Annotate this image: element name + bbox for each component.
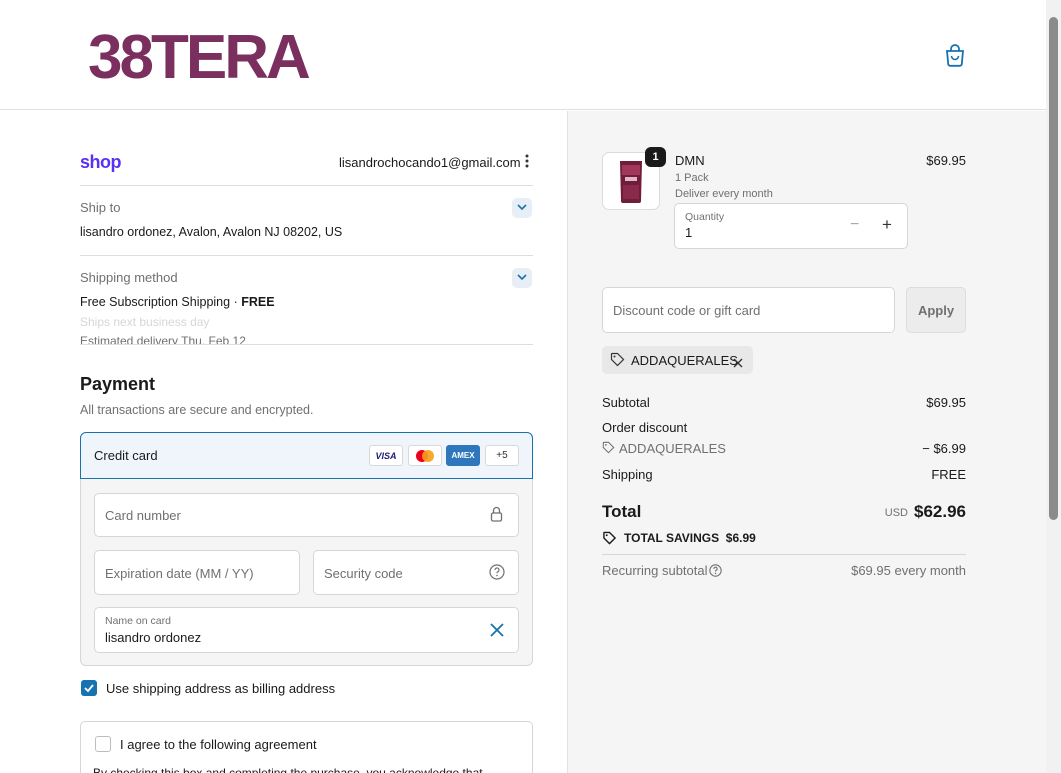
savings-value: $6.99 — [725, 531, 756, 545]
agreement-checkbox[interactable] — [95, 736, 111, 752]
applied-code: ADDAQUERALES — [631, 353, 738, 368]
more-cards-badge: +5 — [485, 445, 519, 466]
tag-icon — [602, 441, 615, 459]
savings-label: TOTAL SAVINGS — [624, 531, 720, 545]
tag-icon — [602, 531, 617, 550]
account-email: lisandrochocando1@gmail.com — [339, 155, 521, 170]
shipping-value: FREE — [931, 467, 966, 482]
help-icon[interactable] — [709, 564, 722, 582]
expiration-placeholder: Expiration date (MM / YY) — [105, 566, 254, 581]
shipping-label: Shipping — [602, 467, 653, 482]
increase-button[interactable]: + — [882, 215, 892, 235]
shopping-bag-icon[interactable] — [944, 43, 966, 67]
name-on-card-label: Name on card — [105, 615, 171, 627]
shop-pay-logo: shop — [80, 152, 122, 172]
quantity-label: Quantity — [685, 211, 725, 223]
payment-heading: Payment — [80, 374, 156, 394]
divider — [80, 255, 533, 256]
total-value: $62.96 — [914, 502, 966, 521]
agreement-text: By checking this box and completing the … — [93, 766, 483, 773]
total-savings: TOTAL SAVINGS $6.99 — [624, 531, 756, 545]
chevron-down-icon[interactable] — [512, 268, 532, 288]
shipping-separator: · — [230, 295, 242, 309]
product-price: $69.95 — [926, 153, 966, 168]
shipping-method-name: Free Subscription Shipping — [80, 295, 231, 309]
product-frequency: Deliver every month — [675, 188, 773, 200]
discount-value: − $6.99 — [922, 441, 966, 456]
visa-icon: VISA — [369, 445, 403, 466]
decrease-button[interactable]: − — [850, 216, 859, 234]
divider — [80, 185, 533, 186]
recurring-subtotal-value: $69.95 every month — [851, 563, 966, 578]
credit-card-label: Credit card — [94, 448, 158, 463]
shipping-price: FREE — [241, 295, 275, 309]
mastercard-icon — [408, 445, 442, 466]
discount-placeholder: Discount code or gift card — [613, 303, 761, 318]
recurring-subtotal-label: Recurring subtotal — [602, 563, 708, 578]
chevron-down-icon[interactable] — [512, 198, 532, 218]
quantity-value: 1 — [685, 225, 693, 240]
clear-icon[interactable] — [490, 623, 504, 642]
billing-checkbox-label: Use shipping address as billing address — [106, 681, 336, 696]
currency-code: USD — [884, 507, 908, 519]
scrollbar-thumb[interactable] — [1049, 17, 1058, 520]
help-icon[interactable] — [489, 564, 505, 585]
quantity-stepper — [674, 203, 908, 249]
product-name: DMN — [675, 153, 705, 168]
agreement-label: I agree to the following agreement — [120, 737, 317, 752]
apply-button[interactable]: Apply — [906, 287, 966, 333]
divider — [80, 344, 533, 345]
discount-code-line: ADDAQUERALES — [619, 441, 726, 456]
payment-subtitle: All transactions are secure and encrypte… — [80, 403, 314, 417]
lock-icon — [490, 506, 503, 527]
card-number-placeholder: Card number — [105, 508, 181, 523]
tag-icon — [610, 352, 625, 372]
total-label: Total — [602, 502, 642, 521]
subtotal-value: $69.95 — [926, 395, 966, 410]
ships-note: Ships next business day — [80, 315, 210, 329]
security-code-placeholder: Security code — [324, 566, 403, 581]
quantity-badge: 1 — [645, 147, 666, 167]
remove-discount-icon[interactable] — [733, 355, 743, 373]
store-logo[interactable]: 38TERA — [88, 22, 311, 93]
divider — [602, 554, 966, 555]
name-on-card-value: lisandro ordonez — [105, 630, 202, 645]
ship-to-label: Ship to — [80, 200, 121, 215]
billing-address-checkbox[interactable] — [81, 680, 97, 696]
product-variant: 1 Pack — [675, 172, 709, 184]
subtotal-label: Subtotal — [602, 395, 650, 410]
amex-icon: AMEX — [446, 445, 480, 466]
ship-to-address: lisandro ordonez, Avalon, Avalon NJ 0820… — [80, 225, 343, 239]
shipping-method-label: Shipping method — [80, 270, 178, 285]
order-discount-label: Order discount — [602, 420, 688, 435]
kebab-menu-icon[interactable] — [522, 154, 532, 171]
shipping-method-value: Free Subscription Shipping · FREE — [80, 295, 275, 309]
